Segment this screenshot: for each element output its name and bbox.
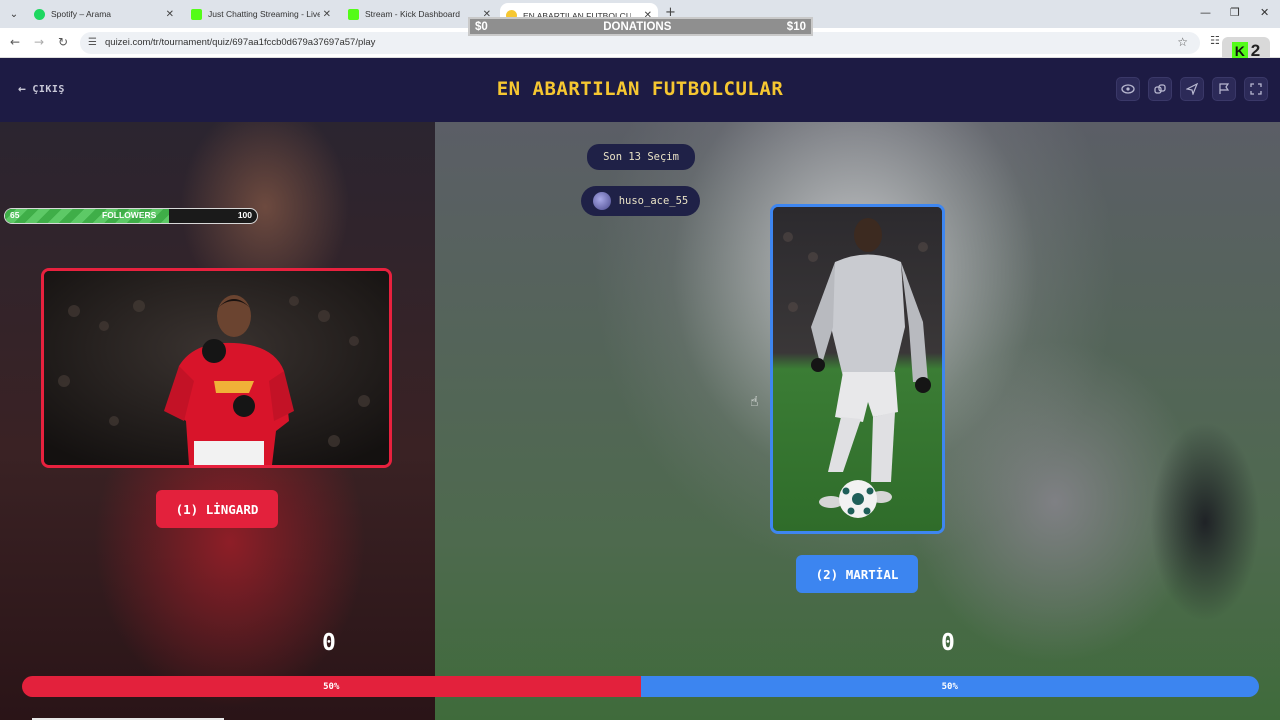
vote-right-fill: 50% <box>640 676 1259 697</box>
flag-icon[interactable] <box>1212 77 1236 101</box>
site-settings-icon[interactable]: ☰ <box>88 37 97 48</box>
vote-left-percent: 50% <box>323 681 340 692</box>
donations-label: DONATIONS <box>603 20 672 33</box>
bookmark-star-icon[interactable]: ☆ <box>1177 35 1188 49</box>
header-toolbar <box>1116 77 1268 101</box>
left-player-card[interactable] <box>41 268 392 468</box>
vote-split-bar: 50% 50% <box>22 676 1259 697</box>
right-player-card[interactable] <box>770 204 945 534</box>
close-tab-icon[interactable]: ✕ <box>323 9 331 20</box>
hand-cursor-icon: ☝ <box>750 394 759 410</box>
donations-goal-bar: $0 DONATIONS $10 <box>468 17 813 36</box>
vote-left-fill: 50% <box>22 676 641 697</box>
left-choice-label: (1) LİNGARD <box>175 501 259 517</box>
close-window-icon[interactable]: ✕ <box>1260 6 1269 19</box>
kick-favicon-icon <box>348 8 359 20</box>
reload-icon[interactable]: ↻ <box>58 35 68 49</box>
followers-goal-bar: 65 FOLLOWERS 100 <box>4 208 258 224</box>
round-indicator: Son 13 Seçim <box>587 144 695 170</box>
tab-search-chevron-icon[interactable]: ⌄ <box>6 6 22 22</box>
restore-window-icon[interactable]: ❐ <box>1230 6 1240 19</box>
extensions-icon[interactable]: ☷ <box>1210 34 1220 47</box>
user-badge: huso_ace_55 <box>581 186 700 216</box>
right-score: 0 <box>941 630 955 656</box>
donations-min: $0 <box>475 20 488 33</box>
background-shadow <box>1150 422 1260 622</box>
right-choice-label: (2) MARTİAL <box>815 566 899 582</box>
round-label: Son 13 Seçim <box>603 151 679 163</box>
tab-title: Stream - Kick Dashboard <box>365 9 460 19</box>
spotify-favicon-icon <box>34 8 45 20</box>
player-photo-right <box>773 207 942 531</box>
fullscreen-icon[interactable] <box>1244 77 1268 101</box>
forward-arrow-icon[interactable]: → <box>34 35 44 49</box>
choose-left-button[interactable]: (1) LİNGARD <box>156 490 278 528</box>
page-title: EN ABARTILAN FUTBOLCULAR <box>496 78 784 100</box>
browser-tab-just-chatting[interactable]: Just Chatting Streaming - Live S ✕ <box>185 3 337 25</box>
tab-title: Spotify – Arama <box>51 9 112 19</box>
tab-title: Just Chatting Streaming - Live S <box>208 9 320 19</box>
avatar <box>592 192 611 210</box>
donations-max: $10 <box>786 20 806 33</box>
followers-current: 65 <box>10 210 20 220</box>
link-icon[interactable] <box>1148 77 1172 101</box>
vote-right-percent: 50% <box>941 681 958 692</box>
back-arrow-icon[interactable]: ← <box>10 35 20 49</box>
minimize-window-icon[interactable]: — <box>1200 6 1211 19</box>
close-tab-icon[interactable]: ✕ <box>166 9 174 20</box>
left-score: 0 <box>322 630 336 656</box>
match-stage: Son 13 Seçim huso_ace_55 65 FOLLOWERS 10… <box>0 122 1280 720</box>
username: huso_ace_55 <box>618 195 689 207</box>
browser-tab-spotify[interactable]: Spotify – Arama ✕ <box>28 3 180 25</box>
eye-icon[interactable] <box>1116 77 1140 101</box>
player-photo-left <box>44 271 389 465</box>
followers-label: FOLLOWERS <box>102 210 157 220</box>
url-text[interactable]: quizei.com/tr/tournament/quiz/697aa1fccb… <box>105 37 375 48</box>
app-header: ← ÇIKIŞ EN ABARTILAN FUTBOLCULAR <box>0 58 1280 122</box>
kick-favicon-icon <box>191 8 202 20</box>
followers-goal: 100 <box>237 210 252 220</box>
choose-right-button[interactable]: (2) MARTİAL <box>796 555 918 593</box>
send-icon[interactable] <box>1180 77 1204 101</box>
